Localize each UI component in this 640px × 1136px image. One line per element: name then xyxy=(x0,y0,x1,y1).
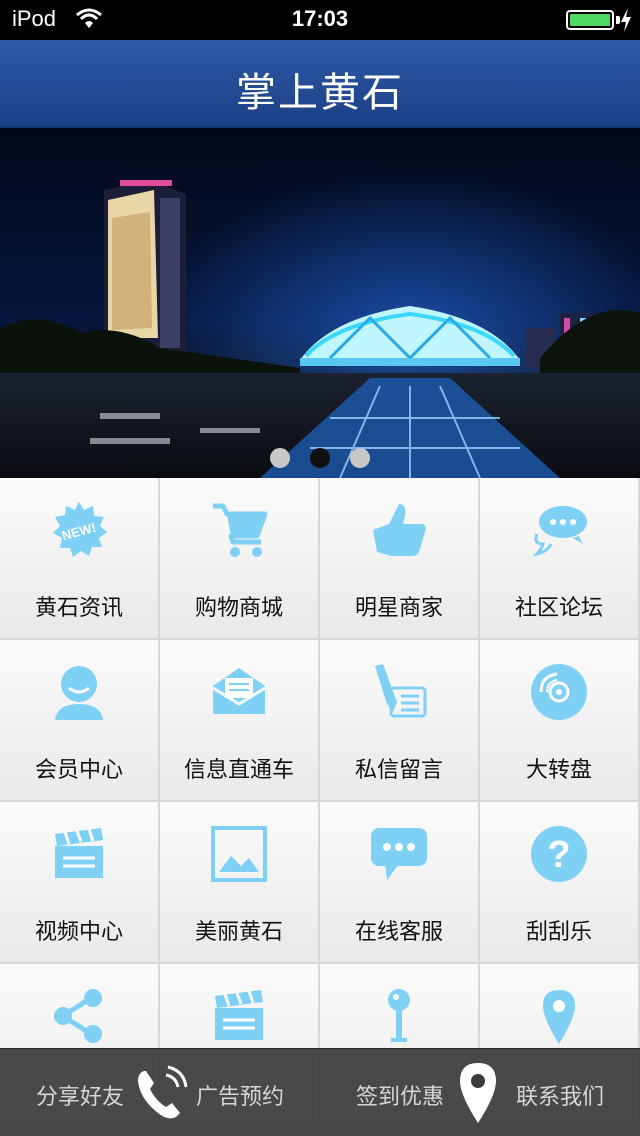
speech-bubble-icon xyxy=(369,824,429,884)
location-pin-icon[interactable] xyxy=(456,1061,500,1125)
grid-item-label: 视频中心 xyxy=(34,920,123,945)
grid-item-label: 会员中心 xyxy=(34,758,123,783)
status-bar: iPod 17:03 xyxy=(0,0,640,40)
night-stadium-photo xyxy=(0,168,640,478)
map-pin-icon xyxy=(529,986,589,1046)
question-icon: ? xyxy=(529,824,589,884)
grid-item[interactable]: 美丽黄石 xyxy=(160,802,318,962)
grid-item[interactable]: ? 刮刮乐 xyxy=(480,802,638,962)
bottom-bar: 分享好友 广告预约 签到优惠 联系我们 xyxy=(0,1048,640,1136)
title-bar: 掌上黄石 xyxy=(0,40,640,128)
grid-item[interactable]: 会员中心 xyxy=(0,640,158,800)
clapperboard-icon xyxy=(209,986,269,1046)
user-icon xyxy=(49,662,109,722)
grid-item-label: 信息直通车 xyxy=(183,758,294,783)
grid-item[interactable]: 视频中心 xyxy=(0,802,158,962)
grid-item-label: 购物商城 xyxy=(194,596,283,621)
pushpin-icon xyxy=(369,986,429,1046)
thumbs-up-icon xyxy=(369,500,429,560)
new-badge-icon: NEW! xyxy=(49,500,109,560)
banner-carousel[interactable] xyxy=(0,128,640,478)
carousel-dot[interactable] xyxy=(350,448,370,468)
shopping-cart-icon xyxy=(209,500,269,560)
carousel-dots xyxy=(0,448,640,468)
chat-bubbles-icon xyxy=(529,500,589,560)
carousel-dot[interactable] xyxy=(270,448,290,468)
grid-item[interactable]: 大转盘 xyxy=(480,640,638,800)
grid-item-label: 在线客服 xyxy=(354,920,443,945)
charging-bolt-icon xyxy=(621,8,631,32)
pen-note-icon xyxy=(369,662,429,722)
carousel-dot[interactable] xyxy=(310,448,330,468)
grid-item[interactable]: NEW! 黄石资讯 xyxy=(0,478,158,638)
battery-fill xyxy=(570,14,610,26)
clapperboard-icon xyxy=(49,824,109,884)
grid-item-label: 社区论坛 xyxy=(514,596,603,621)
grid-item[interactable]: 社区论坛 xyxy=(480,478,638,638)
bottom-item-contact[interactable]: 联系我们 xyxy=(480,1079,640,1111)
grid-item-label: 黄石资讯 xyxy=(34,596,123,621)
disc-icon xyxy=(529,662,589,722)
grid-item[interactable]: 信息直通车 xyxy=(160,640,318,800)
grid-item-label: 大转盘 xyxy=(525,758,592,783)
grid-item-label: 刮刮乐 xyxy=(525,920,592,945)
grid-item-label: 明星商家 xyxy=(354,596,443,621)
page-title: 掌上黄石 xyxy=(236,70,404,116)
battery-icon xyxy=(566,10,614,30)
menu-grid: NEW! 黄石资讯 购物商城 明星商家 社区论坛会员中心 信息直通车 私信留言 大转盘视频中心… xyxy=(0,478,640,1136)
grid-item[interactable]: 明星商家 xyxy=(320,478,478,638)
envelope-icon xyxy=(209,662,269,722)
share-icon xyxy=(49,986,109,1046)
svg-text:?: ? xyxy=(547,834,570,876)
grid-item[interactable]: 私信留言 xyxy=(320,640,478,800)
image-icon xyxy=(209,824,269,884)
grid-item-label: 私信留言 xyxy=(354,758,443,783)
grid-item-label: 美丽黄石 xyxy=(194,920,283,945)
grid-item[interactable]: 购物商城 xyxy=(160,478,318,638)
grid-item[interactable]: 在线客服 xyxy=(320,802,478,962)
clock: 17:03 xyxy=(291,6,349,31)
phone-icon[interactable] xyxy=(132,1063,192,1123)
